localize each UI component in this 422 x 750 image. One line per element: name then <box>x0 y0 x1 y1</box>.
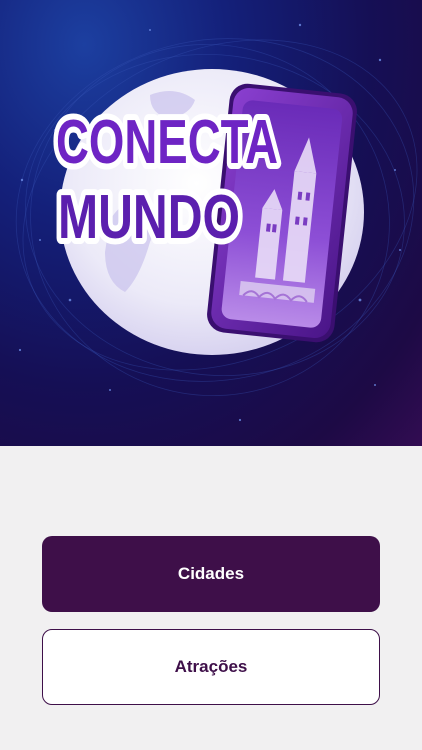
cities-button-label: Cidades <box>177 564 245 583</box>
logo-line-1: CONECTA <box>56 108 278 177</box>
hero-banner: CONECTA CONECTA MUNDO MUNDO <box>0 0 422 446</box>
logo-line-2: MUNDO <box>58 183 240 252</box>
attractions-button[interactable]: Atrações <box>42 629 380 705</box>
hero-illustration: CONECTA CONECTA MUNDO MUNDO <box>15 23 418 422</box>
cities-button[interactable]: Cidades <box>42 536 380 612</box>
attractions-button-label: Atrações <box>174 657 248 676</box>
